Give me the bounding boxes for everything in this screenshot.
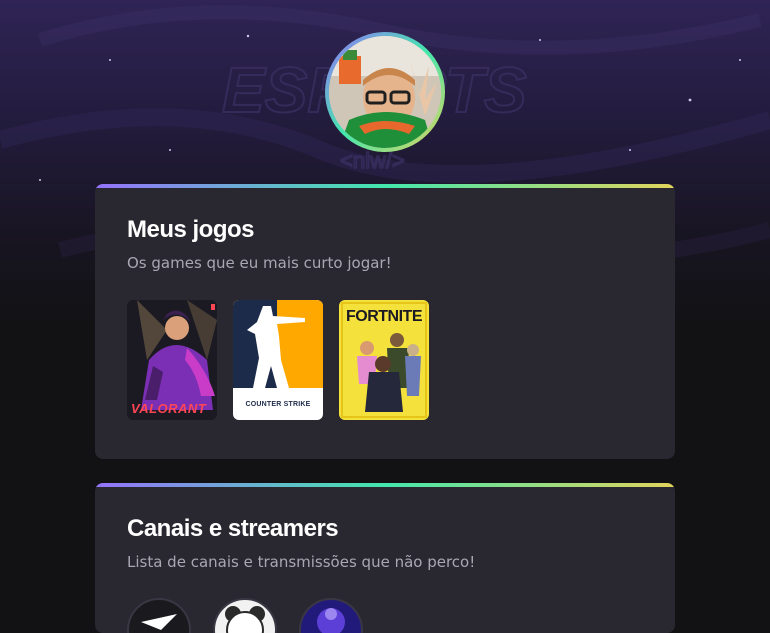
counter-strike-logo-text: COUNTER STRIKE — [245, 401, 311, 408]
game-counter-strike[interactable]: COUNTER STRIKE — [233, 300, 323, 420]
profile-avatar — [325, 32, 445, 152]
valorant-logo-text: VALORANT — [131, 401, 207, 416]
game-valorant[interactable]: VALORANT — [127, 300, 217, 420]
games-list: VALORANT COUNTER STRIKE FORTNITE — [127, 300, 429, 420]
game-fortnite[interactable]: FORTNITE — [339, 300, 429, 420]
channel-avatar[interactable] — [213, 598, 277, 633]
profile-photo — [329, 36, 441, 148]
channels-subtitle: Lista de canais e transmissões que não p… — [127, 553, 476, 571]
channel-avatar[interactable] — [299, 598, 363, 633]
games-card: Meus jogos Os games que eu mais curto jo… — [95, 184, 675, 459]
channel-avatar[interactable] — [127, 598, 191, 633]
channels-card: Canais e streamers Lista de canais e tra… — [95, 483, 675, 633]
channels-list — [127, 598, 363, 633]
games-title: Meus jogos — [127, 216, 255, 243]
svg-text:<nlw/>: <nlw/> — [340, 148, 405, 173]
games-subtitle: Os games que eu mais curto jogar! — [127, 254, 392, 272]
channels-title: Canais e streamers — [127, 515, 339, 542]
fortnite-logo-text: FORTNITE — [346, 308, 423, 325]
